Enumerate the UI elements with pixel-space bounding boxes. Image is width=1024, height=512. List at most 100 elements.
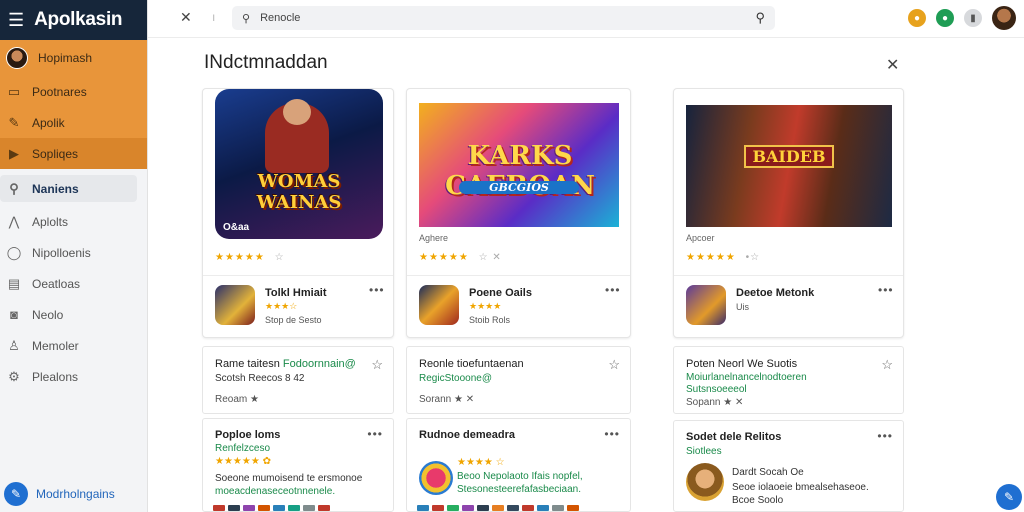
hamburger-menu-icon[interactable]: ☰ [8, 11, 24, 29]
sidebar-bottom-label: Modrholngains [36, 487, 115, 501]
help-icon: ✎ [4, 482, 28, 506]
sidebar-user-name: Hopimash [38, 51, 93, 65]
gear-icon: ⚙ [8, 368, 20, 384]
more-options-icon[interactable]: ••• [877, 429, 893, 443]
favorite-star-icon[interactable]: ☆ [881, 357, 893, 373]
list-item-text: Dardt Socah Oe [732, 467, 804, 478]
list-item[interactable]: Reonle tioefuntaenan RegicStooone@ Soran… [406, 346, 631, 414]
app-rating: ★★★★ [469, 301, 502, 311]
avatar [6, 47, 28, 69]
thumbnail-strip [213, 505, 330, 511]
favorite-star-icon[interactable]: ☆ [371, 357, 383, 373]
card-subtitle: Apcoer [686, 233, 715, 243]
image-subtitle: GBCGIOS [459, 181, 579, 194]
list-item[interactable]: Sodet dele Relitos Siotlees Dardt Socah … [673, 420, 904, 512]
list-item-text-3: Bcoe Soolo [732, 495, 784, 506]
app-icon [419, 285, 459, 325]
list-item[interactable]: Poploe loms Renfelzceso ★★★★★ ✿ Soeone m… [202, 418, 394, 512]
more-options-icon[interactable]: ••• [878, 283, 894, 297]
search-icon: ⚲ [242, 12, 251, 25]
stars-extra: ☆ [274, 252, 285, 263]
app-row[interactable]: Deetoe Metonk Uis [686, 285, 814, 325]
featured-card[interactable]: WOMAS WAINAS O&aa ★★★★★ ☆ Tolkl Hmiait ★… [202, 88, 394, 338]
avatar[interactable] [992, 6, 1016, 30]
sidebar-user[interactable]: Hopimash [0, 40, 147, 76]
title-text: Rame taitesn [215, 358, 280, 370]
list-item-detail: Moiurlanelnancelnodtoeren [686, 372, 807, 383]
app-rating: ★★★☆ [265, 301, 298, 311]
sidebar-item-oeatloas[interactable]: ▤ Oeatloas [0, 268, 147, 299]
sidebar-item-aplolts[interactable]: ⋀ Aplolts [0, 206, 147, 237]
rating-stars: ★★★★★ ☆ [215, 252, 285, 263]
tag-icon: ▶ [9, 145, 19, 161]
search-input[interactable]: Renocle [260, 12, 300, 24]
close-icon[interactable]: ✕ [886, 55, 899, 75]
app-row[interactable]: Tolkl Hmiait ★★★☆ Stop de Sesto [215, 285, 327, 325]
more-options-icon[interactable]: ••• [604, 427, 620, 441]
app-name: Tolkl Hmiait [265, 287, 327, 299]
sidebar-item-neolo[interactable]: ◙ Neolo [0, 299, 147, 330]
sidebar-item-label: Neolo [32, 307, 64, 322]
chat-button-icon[interactable]: ✎ [996, 484, 1022, 510]
favorite-star-icon[interactable]: ☆ [608, 357, 620, 373]
list-item-footer: Sorann ★ ✕ [419, 394, 475, 405]
more-options-icon[interactable]: ••• [369, 283, 385, 297]
stars-value: ★★★★★ [419, 252, 469, 263]
top-bar: ✕ ı ⚲ Renocle ⚲ ● ● ▮ [148, 0, 1024, 38]
card-subtitle: Aghere [419, 233, 449, 243]
app-header: ☰ Apolkasin [0, 0, 147, 40]
stars-value: ★★★★★ [215, 252, 265, 263]
app-name: Poene Oails [469, 287, 532, 299]
shield-icon[interactable]: ● [936, 9, 954, 27]
list-item-text-2: moeacdenaseceotnnenele. [215, 486, 336, 497]
info-icon[interactable]: ▮ [964, 9, 982, 27]
sidebar-bottom-link[interactable]: ✎ Modrholngains [4, 482, 115, 506]
app-row[interactable]: Poene Oails ★★★★ Stoib Rols [419, 285, 532, 325]
list-item-detail: Scotsh Reecos 8 42 [215, 373, 305, 384]
sidebar-item-pootnares[interactable]: ▭ Pootnares [0, 76, 147, 107]
list-item-title: Rame taitesn Fodoornnain@ [215, 358, 356, 370]
search-bar[interactable]: ⚲ Renocle ⚲ [232, 6, 775, 30]
featured-image[interactable]: KARKS CAEBOAN GBCGIOS [419, 103, 619, 227]
more-options-icon[interactable]: ••• [367, 427, 383, 441]
list-item[interactable]: Rame taitesn Fodoornnain@ Scotsh Reecos … [202, 346, 394, 414]
featured-card[interactable]: KARKS CAEBOAN GBCGIOS Aghere ★★★★★ ☆ ✕ P… [406, 88, 631, 338]
app-name: Deetoe Metonk [736, 287, 815, 299]
more-options-icon[interactable]: ••• [605, 283, 621, 297]
search-submit-icon[interactable]: ⚲ [755, 10, 765, 26]
sidebar-item-naniens[interactable]: ⚲ Naniens [0, 175, 137, 202]
coin-icon[interactable]: ● [908, 9, 926, 27]
page-title: INdctmnaddan [204, 52, 328, 73]
rating-stars: ★★★★★ •☆ [686, 252, 760, 263]
app-icon [686, 285, 726, 325]
folder-icon: ▭ [7, 83, 21, 99]
app-icon [215, 285, 255, 325]
list-item-text-2: Seoe iolaoeie bmealsehaseoe. [732, 482, 869, 493]
list-item-subtitle: Renfelzceso [215, 443, 271, 454]
list-item-text: Soeone mumoisend te ersmonoe [215, 473, 363, 484]
list-item-title: Rudnoe demeadra [419, 429, 515, 441]
featured-card[interactable]: BAIDEB Apcoer ★★★★★ •☆ Deetoe Metonk Uis… [673, 88, 904, 338]
sidebar-item-nipolloenis[interactable]: ◯ Nipolloenis [0, 237, 147, 268]
featured-image[interactable]: BAIDEB [686, 105, 892, 227]
featured-image[interactable]: WOMAS WAINAS O&aa [215, 89, 383, 239]
app-extra: Stop de Sesto [265, 315, 322, 325]
sidebar-item-label: Apolik [32, 115, 65, 130]
topbar-actions: ● ● ▮ [908, 6, 1016, 30]
sidebar-item-label: Oeatloas [32, 276, 81, 291]
list-item[interactable]: Poten Neorl We Suotis Moiurlanelnancelno… [673, 346, 904, 414]
list-item-text: Beoo Nepolaoto Ifais nopfel, [457, 471, 583, 482]
list-item[interactable]: Rudnoe demeadra ★★★★ ☆ Beoo Nepolaoto If… [406, 418, 631, 512]
sidebar-item-memoler[interactable]: ♙ Memoler [0, 330, 147, 361]
list-item-title: Poten Neorl We Suotis [686, 358, 798, 370]
pencil-icon: ✎ [8, 114, 20, 130]
stars-extra: ☆ ✕ [478, 252, 502, 263]
collapse-icon[interactable]: ✕ [180, 9, 192, 26]
list-item-footer: Reoam ★ [215, 394, 259, 405]
rating-stars: ★★★★★ ☆ ✕ [419, 252, 502, 263]
sidebar-item-plealons[interactable]: ⚙ Plealons [0, 361, 147, 392]
sidebar-item-sopliqes[interactable]: ▶ Sopliqes [0, 138, 147, 169]
sidebar-item-label: Nipolloenis [32, 245, 91, 260]
sidebar-item-apolik[interactable]: ✎ Apolik [0, 107, 147, 138]
search-icon: ⚲ [9, 180, 19, 196]
